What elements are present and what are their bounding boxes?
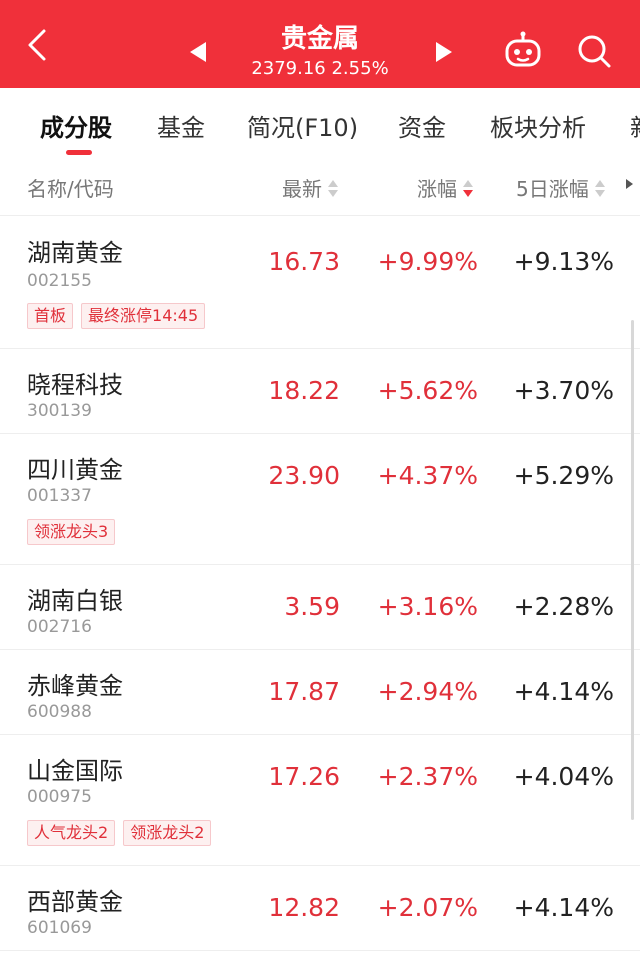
stock-name: 四川黄金 xyxy=(27,456,123,484)
latest-price: 17.87 xyxy=(268,677,340,706)
change-5day: +4.14% xyxy=(513,677,614,706)
table-row[interactable]: 湖南黄金 002155 16.73 +9.99% +9.13% 首板 最终涨停14… xyxy=(0,217,640,349)
tab-constituents[interactable]: 成分股 xyxy=(40,108,112,143)
change-5day: +2.28% xyxy=(513,592,614,621)
tab-capital[interactable]: 资金 xyxy=(398,108,446,143)
scroll-right-icon[interactable] xyxy=(626,179,633,189)
tab-f10[interactable]: 简况(F10) xyxy=(247,108,358,143)
stock-name: 西部黄金 xyxy=(27,888,123,916)
next-arrow-icon[interactable] xyxy=(434,41,454,63)
table-row[interactable]: 晓程科技 300139 18.22 +5.62% +3.70% xyxy=(0,349,640,434)
index-quote: 2379.16 2.55% xyxy=(251,58,389,79)
robot-icon[interactable] xyxy=(502,30,544,70)
change-5day: +9.13% xyxy=(513,247,614,276)
table-row[interactable]: 赤峰黄金 600988 17.87 +2.94% +4.14% xyxy=(0,650,640,735)
change-5day: +4.04% xyxy=(513,762,614,791)
stock-name: 赤峰黄金 xyxy=(27,672,123,700)
tab-sector-analysis[interactable]: 板块分析 xyxy=(490,108,586,143)
tag-badge: 领涨龙头2 xyxy=(123,820,212,846)
stock-code: 001337 xyxy=(27,486,92,506)
tag-badge: 最终涨停14:45 xyxy=(81,303,206,329)
stock-code: 000975 xyxy=(27,787,92,807)
tab-more[interactable]: 新 xyxy=(630,108,640,143)
latest-price: 23.90 xyxy=(268,461,340,490)
column-latest[interactable]: 最新 xyxy=(282,173,338,202)
scrollbar[interactable] xyxy=(631,320,634,820)
tag-list: 首板 最终涨停14:45 xyxy=(27,303,213,329)
header-bar: 贵金属 2379.16 2.55% xyxy=(0,0,640,88)
stock-name: 湖南黄金 xyxy=(27,239,123,267)
stock-code: 300139 xyxy=(27,401,92,421)
tag-badge: 首板 xyxy=(27,303,74,329)
change-percent: +2.94% xyxy=(377,677,478,706)
change-percent: +3.16% xyxy=(377,592,478,621)
tab-funds[interactable]: 基金 xyxy=(157,108,205,143)
column-change-5day[interactable]: 5日涨幅 xyxy=(516,173,605,202)
stock-name: 湖南白银 xyxy=(27,587,123,615)
stock-code: 002716 xyxy=(27,617,92,637)
stock-name: 晓程科技 xyxy=(27,371,123,399)
table-row[interactable]: 西部黄金 601069 12.82 +2.07% +4.14% xyxy=(0,866,640,951)
table-row[interactable]: 山金国际 000975 17.26 +2.37% +4.04% 人气龙头2 领涨龙… xyxy=(0,735,640,866)
tab-bar: 成分股 基金 简况(F10) 资金 板块分析 新 xyxy=(0,88,640,160)
change-5day: +3.70% xyxy=(513,376,614,405)
page-title: 贵金属 xyxy=(280,24,359,54)
change-percent: +2.07% xyxy=(377,893,478,922)
latest-price: 18.22 xyxy=(268,376,340,405)
table-row[interactable]: 四川黄金 001337 23.90 +4.37% +5.29% 领涨龙头3 xyxy=(0,434,640,565)
tag-list: 领涨龙头3 xyxy=(27,519,123,545)
column-change[interactable]: 涨幅 xyxy=(417,173,473,202)
change-5day: +5.29% xyxy=(513,461,614,490)
tag-badge: 人气龙头2 xyxy=(27,820,116,846)
change-5day: +4.14% xyxy=(513,893,614,922)
stock-code: 600988 xyxy=(27,702,92,722)
sort-icon xyxy=(328,180,338,198)
stock-code: 002155 xyxy=(27,271,92,291)
change-percent: +9.99% xyxy=(377,247,478,276)
sort-icon xyxy=(463,180,473,198)
change-percent: +2.37% xyxy=(377,762,478,791)
stock-name: 山金国际 xyxy=(27,757,123,785)
table-row[interactable]: 湖南白银 002716 3.59 +3.16% +2.28% xyxy=(0,565,640,650)
column-header: 名称/代码 最新 涨幅 5日涨幅 xyxy=(0,160,640,216)
column-name: 名称/代码 xyxy=(27,177,114,201)
tag-list: 人气龙头2 领涨龙头2 xyxy=(27,820,219,846)
change-percent: +5.62% xyxy=(377,376,478,405)
change-percent: +4.37% xyxy=(377,461,478,490)
latest-price: 17.26 xyxy=(268,762,340,791)
stock-code: 601069 xyxy=(27,918,92,938)
latest-price: 3.59 xyxy=(284,592,340,621)
latest-price: 12.82 xyxy=(268,893,340,922)
tag-badge: 领涨龙头3 xyxy=(27,519,116,545)
latest-price: 16.73 xyxy=(268,247,340,276)
sort-icon xyxy=(594,180,605,198)
active-tab-indicator xyxy=(66,150,92,155)
search-icon[interactable] xyxy=(576,33,612,69)
